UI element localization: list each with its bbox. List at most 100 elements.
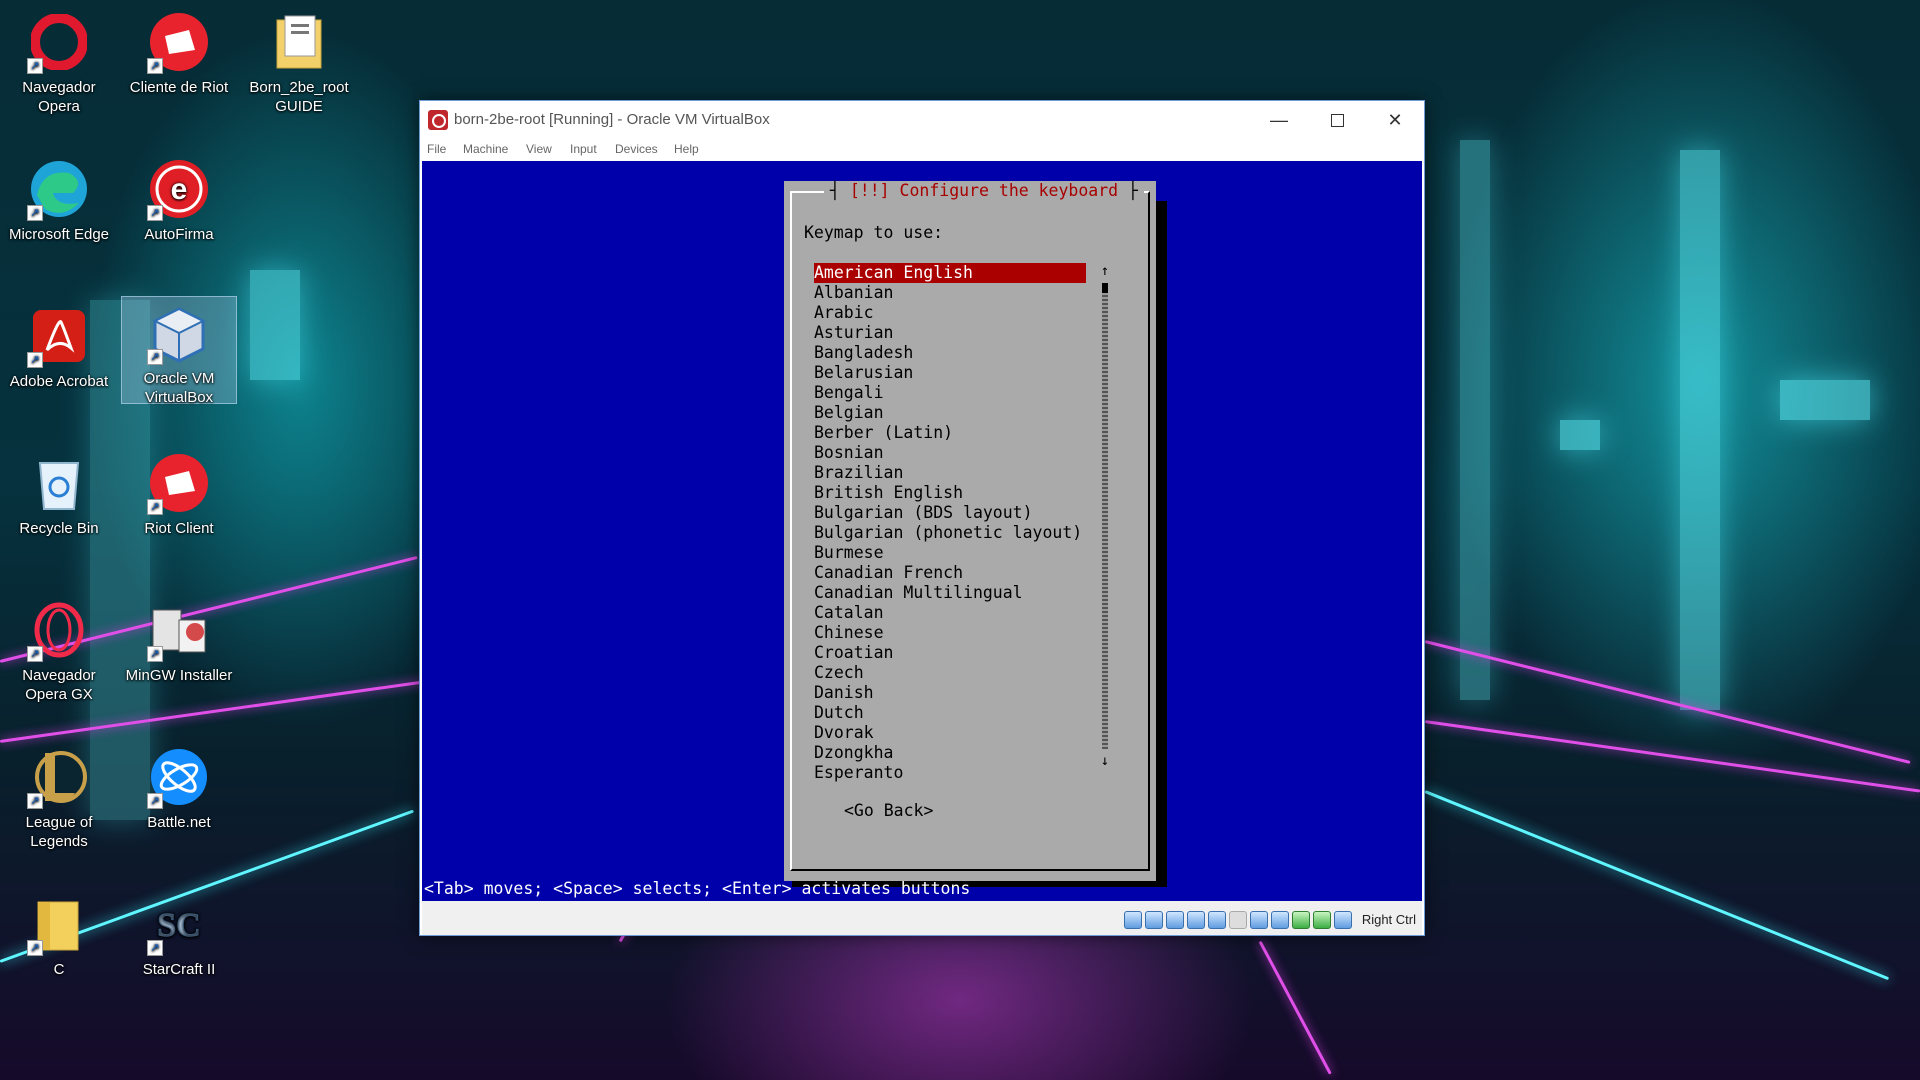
- wallpaper-neon-pillar: [1460, 140, 1490, 700]
- vm-display[interactable]: [!!] Configure the keyboard Keymap to us…: [422, 161, 1422, 901]
- virtualbox-app-icon: [428, 110, 448, 130]
- go-back-button[interactable]: <Go Back>: [844, 801, 933, 821]
- keymap-option[interactable]: Bangladesh: [814, 343, 1086, 363]
- display-icon[interactable]: [1250, 911, 1268, 929]
- scroll-up-arrow-icon[interactable]: ↑: [1100, 261, 1110, 281]
- audio-icon[interactable]: [1166, 911, 1184, 929]
- maximize-button[interactable]: [1308, 101, 1366, 139]
- desktop-icon-label: League of Legends: [25, 814, 93, 850]
- keymap-option[interactable]: Bengali: [814, 383, 1086, 403]
- close-button[interactable]: ✕: [1366, 101, 1424, 139]
- keymap-option[interactable]: Catalan: [814, 603, 1086, 623]
- wallpaper-neon-block: [1560, 420, 1600, 450]
- network-icon[interactable]: [1187, 911, 1205, 929]
- opera-icon: ↗: [27, 10, 91, 74]
- desktop-icon-battlenet[interactable]: ↗ Battle.net: [121, 737, 237, 853]
- keymap-option[interactable]: Canadian Multilingual: [814, 583, 1086, 603]
- svg-text:SC: SC: [157, 907, 200, 944]
- keymap-option[interactable]: Belarusian: [814, 363, 1086, 383]
- keymap-option[interactable]: Croatian: [814, 643, 1086, 663]
- scrollbar-thumb[interactable]: [1102, 283, 1108, 293]
- desktop-icon-riot-client-es[interactable]: ↗ Cliente de Riot: [121, 2, 237, 118]
- opera-gx-icon: ↗: [27, 598, 91, 662]
- keymap-option[interactable]: American English: [814, 263, 1086, 283]
- desktop-icon-label: Recycle Bin: [19, 520, 99, 537]
- desktop-icon-autofirma[interactable]: e ↗ AutoFirma: [121, 149, 237, 265]
- close-icon: ✕: [1387, 109, 1403, 130]
- menu-devices[interactable]: Devices: [615, 142, 658, 156]
- desktop-icon-edge[interactable]: ↗ Microsoft Edge: [1, 149, 117, 265]
- keymap-option[interactable]: Berber (Latin): [814, 423, 1086, 443]
- keymap-option[interactable]: Brazilian: [814, 463, 1086, 483]
- keymap-list[interactable]: American English Albanian Arabic Asturian Ba…: [814, 263, 1086, 783]
- keymap-option[interactable]: Bulgarian (BDS layout): [814, 503, 1086, 523]
- desktop-icon-starcraft[interactable]: SC ↗ StarCraft II: [121, 884, 237, 1000]
- keymap-option[interactable]: Esperanto: [814, 763, 1086, 783]
- desktop-icon-label: Battle.net: [147, 814, 211, 831]
- svg-text:e: e: [171, 173, 188, 206]
- riot-icon: ↗: [147, 451, 211, 515]
- optical-drive-icon[interactable]: [1145, 911, 1163, 929]
- keymap-option[interactable]: Chinese: [814, 623, 1086, 643]
- keymap-option[interactable]: British English: [814, 483, 1086, 503]
- keymap-option[interactable]: Burmese: [814, 543, 1086, 563]
- keymap-scrollbar[interactable]: ↑ ↓: [1100, 261, 1110, 771]
- desktop-icon-virtualbox[interactable]: ↗ Oracle VM VirtualBox: [121, 296, 237, 406]
- keymap-option[interactable]: Albanian: [814, 283, 1086, 303]
- starcraft-icon: SC ↗: [147, 892, 211, 956]
- keymap-option[interactable]: Czech: [814, 663, 1086, 683]
- desktop-icon-opera[interactable]: ↗ Navegador Opera: [1, 2, 117, 118]
- virtualbox-icon: ↗: [147, 305, 211, 365]
- desktop-icon-label: Riot Client: [144, 520, 214, 537]
- keymap-option[interactable]: Bulgarian (phonetic layout): [814, 523, 1086, 543]
- keyboard-capture-icon[interactable]: [1334, 911, 1352, 929]
- shared-folders-icon[interactable]: [1229, 911, 1247, 929]
- keymap-prompt: Keymap to use:: [804, 223, 944, 242]
- cpu-activity-icon[interactable]: [1292, 911, 1310, 929]
- keymap-option[interactable]: Bosnian: [814, 443, 1086, 463]
- recycle-bin-icon: [27, 451, 91, 515]
- menu-bar: File Machine View Input Devices Help: [420, 139, 1424, 161]
- hard-disk-icon[interactable]: [1124, 911, 1142, 929]
- desktop-icon-label: Adobe Acrobat: [9, 373, 109, 390]
- desktop-icon-mingw[interactable]: ↗ MinGW Installer: [121, 590, 237, 706]
- menu-help[interactable]: Help: [674, 142, 699, 156]
- desktop-icon-recycle-bin[interactable]: Recycle Bin: [1, 443, 117, 559]
- desktop-icon-acrobat[interactable]: ↗ Adobe Acrobat: [1, 296, 117, 412]
- desktop-icon-riot-client[interactable]: ↗ Riot Client: [121, 443, 237, 559]
- keymap-option[interactable]: Arabic: [814, 303, 1086, 323]
- mouse-integration-icon[interactable]: [1313, 911, 1331, 929]
- desktop-icon-label: Cliente de Riot: [129, 79, 229, 96]
- dialog-title: [!!] Configure the keyboard: [824, 181, 1144, 201]
- desktop-icon-label: Navegador Opera GX: [22, 667, 96, 703]
- menu-machine[interactable]: Machine: [463, 142, 508, 156]
- scroll-down-arrow-icon[interactable]: ↓: [1100, 751, 1110, 771]
- window-titlebar[interactable]: born-2be-root [Running] - Oracle VM Virt…: [420, 101, 1424, 139]
- desktop-icon-label: Born_2be_root GUIDE: [249, 79, 349, 115]
- maximize-icon: [1330, 113, 1344, 127]
- keymap-option[interactable]: Dvorak: [814, 723, 1086, 743]
- menu-view[interactable]: View: [526, 142, 552, 156]
- minimize-button[interactable]: —: [1250, 101, 1308, 139]
- video-capture-icon[interactable]: [1271, 911, 1289, 929]
- desktop-icon-opera-gx[interactable]: ↗ Navegador Opera GX: [1, 590, 117, 706]
- menu-input[interactable]: Input: [570, 142, 597, 156]
- folder-icon: ↗: [27, 892, 91, 956]
- usb-icon[interactable]: [1208, 911, 1226, 929]
- keymap-option[interactable]: Canadian French: [814, 563, 1086, 583]
- keymap-option[interactable]: Dzongkha: [814, 743, 1086, 763]
- keymap-option[interactable]: Belgian: [814, 403, 1086, 423]
- wallpaper-neon-line: [1424, 720, 1920, 793]
- keymap-option[interactable]: Asturian: [814, 323, 1086, 343]
- keymap-option[interactable]: Danish: [814, 683, 1086, 703]
- desktop-icon-league-of-legends[interactable]: ↗ League of Legends: [1, 737, 117, 853]
- scrollbar-track[interactable]: [1102, 283, 1108, 749]
- vm-status-bar: Right Ctrl: [422, 901, 1422, 935]
- virtualbox-window[interactable]: born-2be-root [Running] - Oracle VM Virt…: [419, 100, 1425, 936]
- menu-file[interactable]: File: [427, 142, 446, 156]
- desktop-icon-c-folder[interactable]: ↗ C: [1, 884, 117, 1000]
- keyboard-config-dialog: [!!] Configure the keyboard Keymap to us…: [784, 181, 1156, 881]
- desktop-icon-born2beroot-guide[interactable]: Born_2be_root GUIDE: [241, 2, 357, 118]
- window-title: born-2be-root [Running] - Oracle VM Virt…: [454, 111, 770, 128]
- keymap-option[interactable]: Dutch: [814, 703, 1086, 723]
